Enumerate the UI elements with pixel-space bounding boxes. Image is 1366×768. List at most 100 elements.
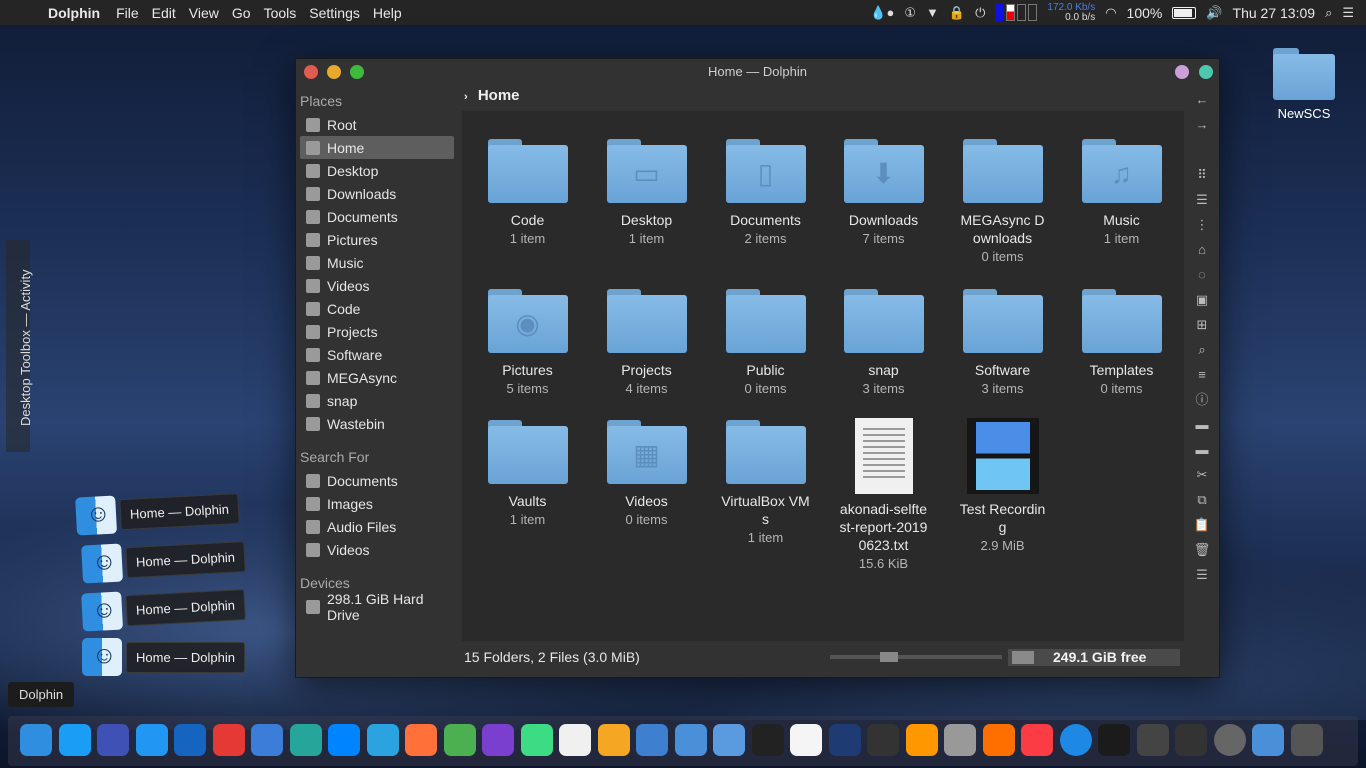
- places-item-snap[interactable]: snap: [300, 389, 454, 412]
- stacked-window-preview[interactable]: Home — Dolphin: [82, 638, 257, 676]
- file-item[interactable]: ▯ Documents 2 items: [708, 139, 823, 248]
- file-item[interactable]: Code 1 item: [470, 139, 585, 248]
- activity-panel[interactable]: Desktop Toolbox — Activity: [6, 240, 33, 452]
- paste-icon[interactable]: 📋: [1191, 512, 1213, 537]
- dock-app-icon[interactable]: [944, 724, 976, 756]
- breadcrumb-home[interactable]: Home: [478, 87, 520, 104]
- split-view-icon[interactable]: ▬: [1191, 437, 1213, 462]
- places-item-root[interactable]: Root: [300, 113, 454, 136]
- places-item-desktop[interactable]: Desktop: [300, 159, 454, 182]
- file-item[interactable]: Software 3 items: [945, 289, 1060, 398]
- file-view[interactable]: Code 1 item ▭ Desktop 1 item ▯ Documents 2 item…: [462, 111, 1184, 641]
- file-item[interactable]: Test Recording 2.9 MiB: [945, 418, 1060, 555]
- dock-app-icon[interactable]: [867, 724, 899, 756]
- file-item[interactable]: VirtualBox VMs 1 item: [708, 420, 823, 547]
- places-item-images[interactable]: Images: [300, 492, 454, 515]
- dock-app-icon[interactable]: [1059, 724, 1092, 756]
- maximize-button[interactable]: [350, 65, 364, 79]
- file-item[interactable]: ♫ Music 1 item: [1064, 139, 1179, 248]
- dock-app-icon[interactable]: [405, 724, 437, 756]
- zoom-slider[interactable]: [830, 652, 1002, 662]
- dock-app-icon[interactable]: [636, 724, 668, 756]
- menu-list-icon[interactable]: ☰: [1342, 5, 1354, 21]
- file-item[interactable]: ⬇ Downloads 7 items: [826, 139, 941, 248]
- dock-app-icon[interactable]: [1021, 724, 1053, 756]
- dock-app-icon[interactable]: [674, 724, 707, 756]
- places-item-audio-files[interactable]: Audio Files: [300, 515, 454, 538]
- details-view-icon[interactable]: ☰: [1191, 187, 1213, 212]
- dock-app-icon[interactable]: [20, 724, 52, 756]
- file-item[interactable]: akonadi-selftest-report-20190623.txt 15.6…: [826, 418, 941, 573]
- dock-app-icon[interactable]: [1252, 724, 1284, 756]
- system-monitor-bars[interactable]: [995, 4, 1038, 21]
- dock-app-icon[interactable]: [713, 724, 745, 756]
- breadcrumb[interactable]: › Home: [464, 87, 520, 104]
- places-item-megasync[interactable]: MEGAsync: [300, 366, 454, 389]
- menu-view[interactable]: View: [189, 5, 219, 21]
- lock-icon[interactable]: 🔒: [949, 5, 965, 21]
- app-name-menu[interactable]: Dolphin: [48, 5, 100, 21]
- close-button[interactable]: [304, 65, 318, 79]
- places-item-code[interactable]: Code: [300, 297, 454, 320]
- free-space-bar[interactable]: 249.1 GiB free: [1008, 649, 1180, 666]
- dock-app-icon[interactable]: [1213, 724, 1246, 756]
- dock-app-icon[interactable]: [828, 724, 861, 756]
- dock-app-icon[interactable]: [1175, 724, 1207, 756]
- file-item[interactable]: snap 3 items: [826, 289, 941, 398]
- places-item-software[interactable]: Software: [300, 343, 454, 366]
- file-item[interactable]: Projects 4 items: [589, 289, 704, 398]
- dock-app-icon[interactable]: [212, 724, 245, 756]
- dock-app-icon[interactable]: [1098, 724, 1130, 756]
- back-arrow-icon[interactable]: ←: [1191, 87, 1213, 112]
- cut-icon[interactable]: ✂: [1191, 462, 1213, 487]
- preview-icon[interactable]: ▣: [1191, 287, 1213, 312]
- dock-app-icon[interactable]: [905, 724, 938, 756]
- keep-above-button[interactable]: [1199, 65, 1213, 79]
- menu-settings[interactable]: Settings: [309, 5, 360, 21]
- new-tab-icon[interactable]: ⊞: [1191, 312, 1213, 337]
- dock-app-icon[interactable]: [289, 724, 322, 756]
- dock-app-icon[interactable]: [366, 724, 399, 756]
- places-item-videos[interactable]: Videos: [300, 274, 454, 297]
- dock-app-icon[interactable]: [597, 724, 630, 756]
- terminal-icon[interactable]: ▬: [1191, 412, 1213, 437]
- dock-app-icon[interactable]: [1290, 724, 1323, 756]
- menu-help[interactable]: Help: [373, 5, 402, 21]
- battery-icon[interactable]: [1172, 6, 1197, 19]
- hidden-files-icon[interactable]: ◌: [1191, 262, 1213, 287]
- hamburger-menu-icon[interactable]: ☰: [1191, 562, 1213, 587]
- menu-tools[interactable]: Tools: [264, 5, 297, 21]
- places-item-downloads[interactable]: Downloads: [300, 182, 454, 205]
- dock-app-icon[interactable]: [520, 724, 553, 756]
- dock-app-icon[interactable]: [559, 724, 591, 756]
- trash-icon[interactable]: 🗑: [1191, 537, 1213, 562]
- menu-go[interactable]: Go: [232, 5, 251, 21]
- clock[interactable]: Thu 27 13:09: [1233, 5, 1316, 21]
- places-item-documents[interactable]: Documents: [300, 205, 454, 228]
- menu-file[interactable]: File: [116, 5, 139, 21]
- places-item-pictures[interactable]: Pictures: [300, 228, 454, 251]
- dock-app-icon[interactable]: [135, 724, 168, 756]
- chevron-down-icon[interactable]: ▼: [926, 5, 939, 20]
- places-item-videos[interactable]: Videos: [300, 538, 454, 561]
- search-icon[interactable]: ⌕: [1191, 337, 1213, 362]
- dock-app-icon[interactable]: [982, 724, 1015, 756]
- dock-app-icon[interactable]: [328, 724, 360, 756]
- dock-app-icon[interactable]: [58, 724, 91, 756]
- places-item-298-1-gib-hard-drive[interactable]: 298.1 GiB Hard Drive: [300, 591, 454, 623]
- volume-icon[interactable]: 🔊: [1206, 5, 1222, 21]
- power-icon[interactable]: ⏻: [975, 5, 985, 21]
- forward-arrow-icon[interactable]: →: [1191, 112, 1213, 137]
- zoom-handle[interactable]: [880, 652, 898, 662]
- window-titlebar[interactable]: Home — Dolphin: [296, 59, 1219, 84]
- droplet-icon[interactable]: 💧●: [870, 5, 894, 21]
- compact-view-icon[interactable]: ⋮: [1191, 212, 1213, 237]
- file-item[interactable]: Templates 0 items: [1064, 289, 1179, 398]
- dock-app-icon[interactable]: [97, 724, 129, 756]
- places-item-wastebin[interactable]: Wastebin: [300, 412, 454, 435]
- home-icon[interactable]: ⌂: [1191, 237, 1213, 262]
- dock-app-icon[interactable]: [251, 724, 283, 756]
- places-item-projects[interactable]: Projects: [300, 320, 454, 343]
- list-icon[interactable]: ≡: [1191, 362, 1213, 387]
- chevron-right-icon[interactable]: ›: [464, 91, 468, 103]
